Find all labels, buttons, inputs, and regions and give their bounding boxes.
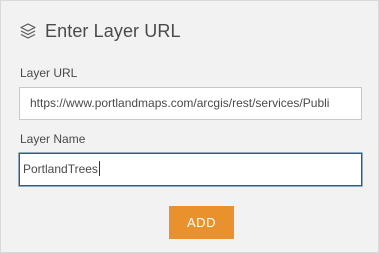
layer-name-value: PortlandTrees bbox=[23, 162, 98, 176]
layer-name-label: Layer Name bbox=[20, 132, 86, 146]
layer-url-label: Layer URL bbox=[20, 66, 78, 80]
text-caret bbox=[98, 161, 100, 177]
layer-url-value: https://www.portlandmaps.com/arcgis/rest… bbox=[30, 96, 330, 110]
layer-name-input[interactable]: PortlandTrees bbox=[19, 153, 362, 186]
add-button[interactable]: ADD bbox=[169, 206, 234, 239]
page-title: Enter Layer URL bbox=[45, 21, 181, 41]
panel-header: Enter Layer URL bbox=[19, 20, 181, 42]
layer-url-input[interactable]: https://www.portlandmaps.com/arcgis/rest… bbox=[19, 87, 362, 120]
layers-icon bbox=[19, 22, 37, 40]
add-layer-panel: Enter Layer URL Layer URL https://www.po… bbox=[0, 0, 379, 253]
